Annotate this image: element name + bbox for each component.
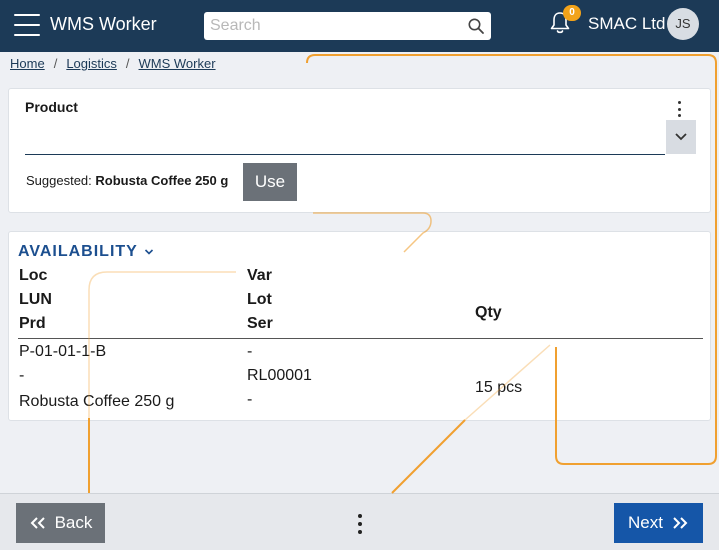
chevron-down-icon [675, 133, 687, 141]
more-actions-icon[interactable] [356, 514, 364, 534]
product-input[interactable] [25, 121, 665, 155]
cell-var: - [247, 343, 253, 360]
breadcrumb-separator: / [125, 56, 130, 71]
breadcrumb-logistics[interactable]: Logistics [66, 56, 117, 71]
table-divider [18, 338, 703, 339]
notification-badge: 0 [563, 5, 581, 21]
breadcrumb: Home / Logistics / WMS Worker [10, 56, 216, 71]
cell-qty: 15 pcs [475, 379, 523, 396]
header-lot: Lot [247, 291, 272, 308]
bottom-bar: Back Next [0, 493, 719, 550]
use-button[interactable]: Use [243, 163, 297, 201]
product-card: Product Suggested: Robusta Coffee 250 g … [8, 88, 711, 213]
more-options-icon[interactable] [676, 101, 682, 117]
cell-lun: - [19, 367, 25, 384]
top-bar: WMS Worker 0 SMAC Ltd JS [0, 0, 719, 52]
availability-toggle[interactable]: AVAILABILITY [18, 243, 154, 261]
next-label: Next [628, 513, 663, 532]
header-loc: Loc [19, 267, 48, 284]
search-box [204, 12, 491, 40]
cell-lot: RL00001 [247, 367, 312, 384]
availability-title: AVAILABILITY [18, 243, 138, 260]
cell-loc: P-01-01-1-B [19, 343, 107, 360]
cell-prd: Robusta Coffee 250 g [19, 393, 175, 410]
menu-icon[interactable] [14, 14, 40, 36]
avatar[interactable]: JS [667, 8, 699, 40]
breadcrumb-wms-worker[interactable]: WMS Worker [139, 56, 216, 71]
header-prd: Prd [19, 315, 46, 332]
back-label: Back [54, 513, 93, 532]
breadcrumb-separator: / [53, 56, 58, 71]
double-chevron-right-icon [673, 517, 688, 529]
header-lun: LUN [19, 291, 52, 308]
header-qty: Qty [475, 304, 502, 321]
app-title: WMS Worker [50, 14, 157, 34]
product-dropdown-button[interactable] [666, 120, 696, 154]
cell-ser: - [247, 391, 253, 408]
product-label: Product [25, 99, 78, 115]
suggested-prefix: Suggested: [26, 173, 92, 188]
company-name[interactable]: SMAC Ltd [588, 14, 665, 34]
chevron-down-icon [144, 249, 153, 255]
suggested-product: Suggested: Robusta Coffee 250 g [26, 173, 228, 188]
search-input[interactable] [204, 13, 454, 39]
double-chevron-left-icon [30, 517, 45, 529]
breadcrumb-home[interactable]: Home [10, 56, 45, 71]
next-button[interactable]: Next [614, 503, 703, 543]
availability-card: AVAILABILITY Loc LUN Prd Var Lot Ser Qty… [8, 231, 711, 421]
suggested-value: Robusta Coffee 250 g [95, 173, 229, 188]
header-var: Var [247, 267, 272, 284]
search-icon[interactable] [467, 17, 485, 35]
back-button[interactable]: Back [16, 503, 105, 543]
header-ser: Ser [247, 315, 273, 332]
